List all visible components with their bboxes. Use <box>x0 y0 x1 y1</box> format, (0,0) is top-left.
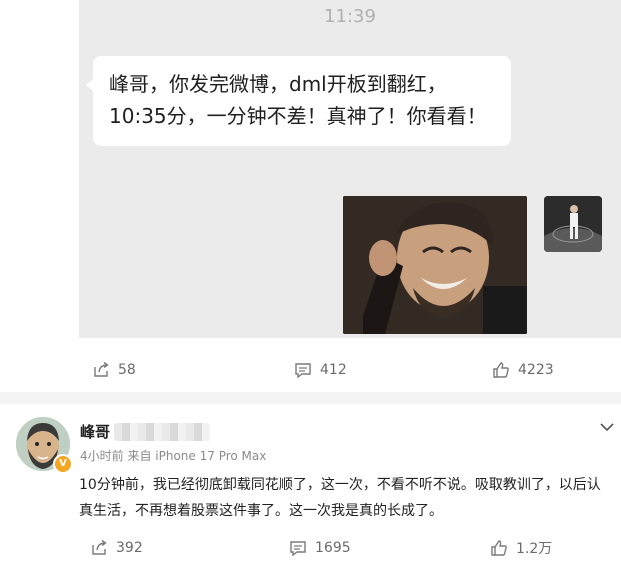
post-like-button[interactable]: 1.2万 <box>490 530 552 566</box>
repost-button[interactable]: 58 <box>92 352 136 388</box>
post-comment-button[interactable]: 1695 <box>289 530 351 566</box>
verified-badge: V <box>53 454 73 474</box>
repost-count: 58 <box>118 362 136 378</box>
post-repost-count: 392 <box>116 540 143 556</box>
comment-icon <box>295 363 311 379</box>
post-like-count: 1.2万 <box>516 541 553 557</box>
post-source: 来自 iPhone 17 Pro Max <box>127 449 267 463</box>
chevron-down-icon[interactable] <box>598 418 616 436</box>
section-divider <box>0 392 621 404</box>
chat-message-bubble: 峰哥，你发完微博，dml开板到翻红，10:35分，一分钟不差！真神了！你看看！ <box>86 56 511 146</box>
post-username[interactable]: 峰哥 <box>80 421 110 442</box>
chat-timestamp: 11:39 <box>324 6 376 27</box>
comment-button[interactable]: 412 <box>294 352 347 388</box>
chat-screenshot[interactable]: 11:39 峰哥，你发完微博，dml开板到翻红，10:35分，一分钟不差！真神了… <box>79 0 621 338</box>
thumbs-up-icon <box>493 362 509 378</box>
like-button[interactable]: 4223 <box>492 352 554 388</box>
comment-count: 412 <box>320 362 347 378</box>
comment-icon <box>290 541 306 557</box>
post-action-bar: 392 1695 1.2万 <box>0 530 621 566</box>
thumbs-up-icon <box>491 540 507 556</box>
top-action-bar: 58 412 4223 <box>0 352 621 388</box>
chat-sender-avatar[interactable] <box>544 196 602 252</box>
blurred-name-redaction <box>114 423 210 441</box>
post-text: 10分钟前，我已经彻底卸载同花顺了，这一次，不看不听不说。吸取教训了，以后认真生… <box>79 477 601 519</box>
sticker-image[interactable] <box>343 196 527 334</box>
laughing-man-sticker <box>343 196 527 334</box>
like-count: 4223 <box>518 362 554 378</box>
post-time[interactable]: 4小时前 <box>80 449 124 463</box>
repost-icon <box>92 539 107 555</box>
stage-performer-avatar <box>544 196 602 252</box>
repost-icon <box>94 361 109 377</box>
post-repost-button[interactable]: 392 <box>90 530 143 566</box>
post-comment-count: 1695 <box>315 540 351 556</box>
post-meta: 4小时前 来自 iPhone 17 Pro Max <box>80 447 266 464</box>
